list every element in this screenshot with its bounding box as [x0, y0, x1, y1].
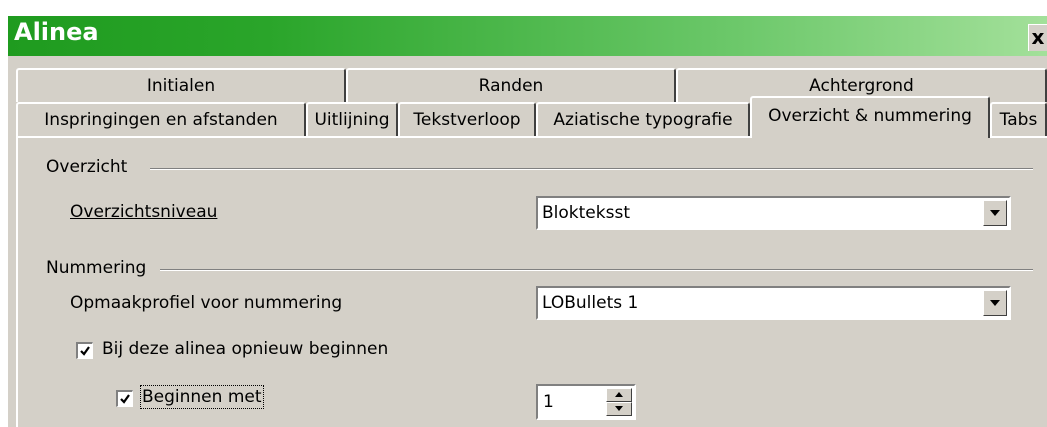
start-with-label[interactable]: Beginnen met: [140, 385, 264, 409]
outline-level-value: Blokteksst: [542, 203, 630, 223]
tab-label: Tabs: [999, 110, 1038, 130]
tab-label: Achtergrond: [809, 76, 914, 96]
tab-label: Tekstverloop: [413, 110, 521, 130]
numbering-style-combobox[interactable]: LOBullets 1: [536, 286, 1011, 320]
tab-label: Overzicht & nummering: [768, 106, 972, 126]
spin-down-icon[interactable]: [606, 402, 632, 416]
tab-tekstverloop[interactable]: Tekstverloop: [398, 102, 536, 136]
tab-inspringingen[interactable]: Inspringingen en afstanden: [16, 102, 306, 136]
numbering-style-label: Opmaakprofiel voor nummering: [70, 293, 343, 313]
start-with-checkbox[interactable]: [116, 390, 133, 407]
tab-aziatische-typografie[interactable]: Aziatische typografie: [536, 102, 750, 136]
outline-level-label-text: Overzichtsniveau: [70, 202, 218, 222]
outline-level-combobox[interactable]: Blokteksst: [536, 196, 1011, 230]
checkmark-icon: [80, 346, 90, 356]
outline-level-label: Overzichtsniveau: [70, 202, 217, 222]
outline-group-label: Overzicht: [46, 157, 128, 177]
outline-group-separator: [150, 168, 1033, 170]
tab-overzicht-nummering[interactable]: Overzicht & nummering: [750, 96, 990, 138]
restart-numbering-label[interactable]: Bij deze alinea opnieuw beginnen: [102, 339, 388, 359]
tab-label: Aziatische typografie: [553, 110, 733, 130]
tab-uitlijning[interactable]: Uitlijning: [306, 102, 398, 136]
tab-label: Inspringingen en afstanden: [44, 110, 278, 130]
spin-up-icon[interactable]: [606, 388, 632, 402]
tab-label: Uitlijning: [314, 110, 390, 130]
close-button[interactable]: x: [1028, 24, 1047, 51]
tab-tabs[interactable]: Tabs: [990, 102, 1047, 136]
checkmark-icon: [120, 394, 130, 404]
restart-numbering-checkbox[interactable]: [76, 342, 93, 359]
numbering-style-value: LOBullets 1: [542, 293, 639, 313]
tab-randen[interactable]: Randen: [346, 68, 676, 102]
numbering-group-separator: [160, 269, 1033, 271]
numbering-group-label: Nummering: [46, 258, 147, 278]
chevron-down-icon[interactable]: [983, 290, 1007, 316]
tab-label: Randen: [478, 76, 544, 96]
tab-label: Initialen: [146, 76, 216, 96]
start-value-spinbox[interactable]: 1: [536, 384, 636, 420]
chevron-down-icon[interactable]: [983, 200, 1007, 226]
tab-initialen[interactable]: Initialen: [16, 68, 346, 102]
title-bar[interactable]: Alinea x: [8, 16, 1047, 56]
window-title: Alinea: [14, 18, 99, 46]
paragraph-dialog: Initialen Randen Achtergrond Inspringing…: [8, 56, 1047, 427]
tab-panel: Overzicht Overzichtsniveau Blokteksst Nu…: [16, 136, 1047, 427]
start-value: 1: [543, 392, 554, 412]
